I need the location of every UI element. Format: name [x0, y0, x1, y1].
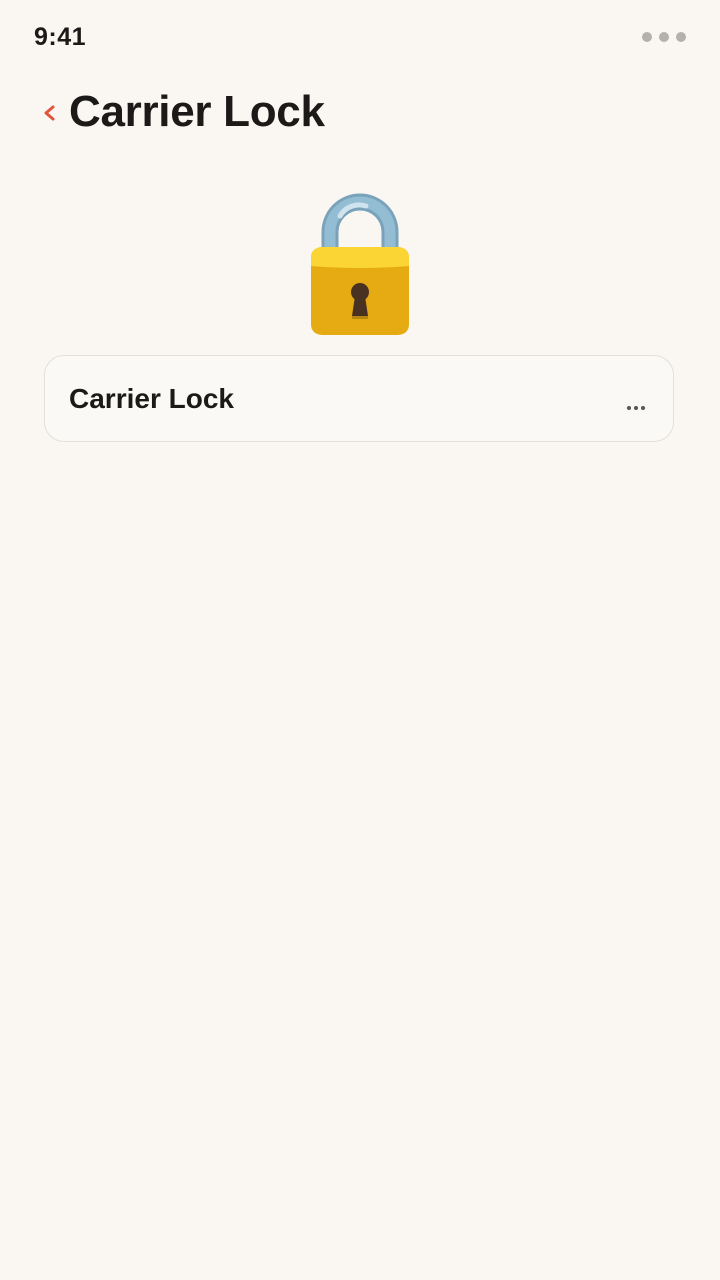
- ellipsis-icon[interactable]: [642, 32, 686, 42]
- card-label: Carrier Lock: [69, 383, 234, 414]
- chevron-left-icon: [44, 105, 55, 121]
- page-title: Carrier Lock: [69, 87, 325, 136]
- status-dot: [659, 32, 669, 42]
- status-time: 9:41: [34, 23, 87, 51]
- padlock-icon: [302, 190, 418, 340]
- status-bar: 9:41: [0, 0, 720, 74]
- more-options-icon[interactable]: [623, 384, 651, 412]
- status-dot: [642, 32, 652, 42]
- carrier-lock-card[interactable]: Carrier Lock: [44, 355, 674, 442]
- back-button[interactable]: [36, 98, 62, 128]
- page-header: Carrier Lock: [0, 80, 720, 144]
- status-dot: [676, 32, 686, 42]
